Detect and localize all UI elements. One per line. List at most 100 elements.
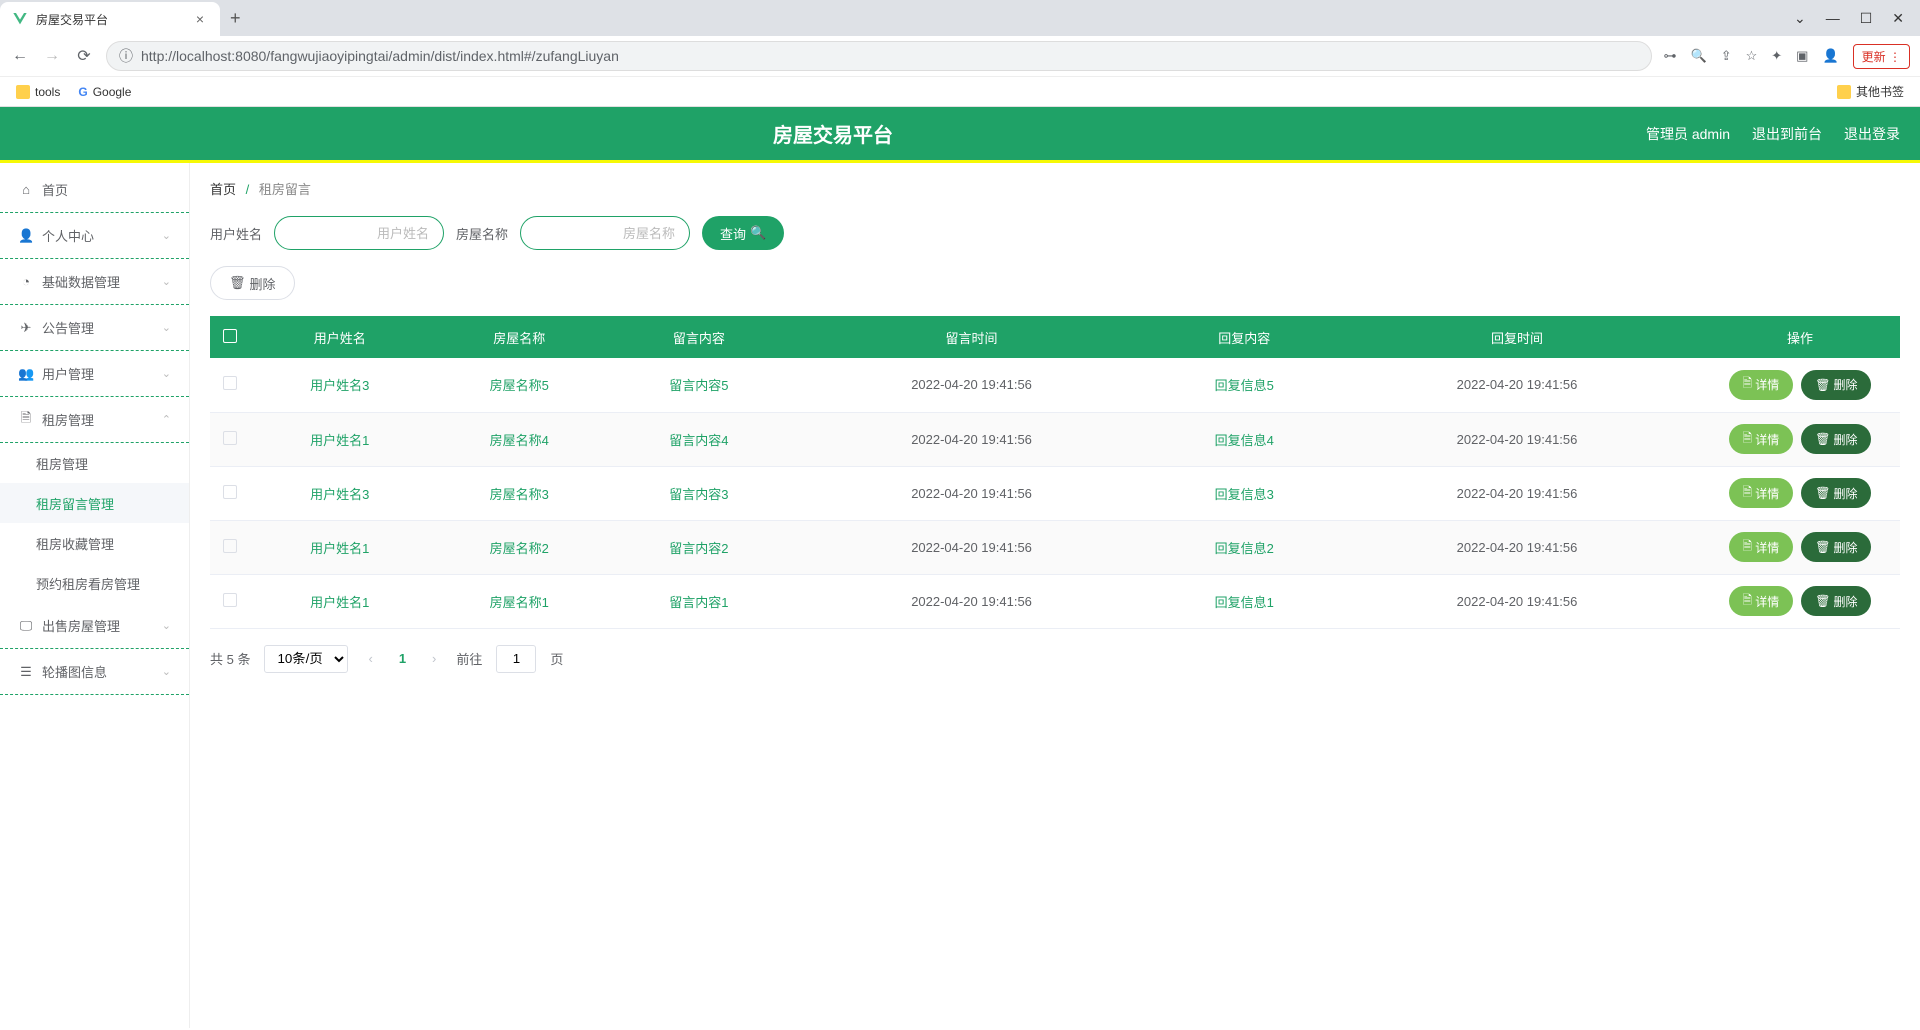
sidebar-sub-rent-collect[interactable]: 租房收藏管理: [0, 523, 189, 563]
header-to-front[interactable]: 退出到前台: [1752, 124, 1822, 144]
chevron-up-icon: ⌃: [162, 413, 171, 426]
cell-house[interactable]: 房屋名称4: [490, 433, 549, 448]
sidebar-sub-rent-manage[interactable]: 租房管理: [0, 443, 189, 483]
window-controls: ⌄ — ☐ ✕: [1778, 10, 1920, 27]
nav-back-icon[interactable]: ←: [10, 47, 30, 65]
google-icon: G: [78, 85, 87, 99]
search-input-user[interactable]: [274, 216, 444, 250]
cell-user[interactable]: 用户姓名1: [310, 541, 369, 556]
header-user[interactable]: 管理员 admin: [1646, 124, 1730, 144]
goto-suffix: 页: [550, 649, 563, 668]
sidebar-item-home[interactable]: ⌂首页: [0, 167, 189, 213]
row-checkbox[interactable]: [223, 593, 237, 607]
window-dropdown-icon[interactable]: ⌄: [1794, 10, 1806, 27]
table-row: 用户姓名1房屋名称1留言内容12022-04-20 19:41:56回复信息12…: [210, 574, 1900, 628]
search-label-user: 用户姓名: [210, 224, 262, 243]
password-key-icon[interactable]: ⊶: [1664, 48, 1677, 64]
row-delete-button[interactable]: 🗑 删除: [1801, 370, 1871, 400]
row-delete-button[interactable]: 🗑 删除: [1801, 424, 1871, 454]
sidebar-item-banner[interactable]: ☰轮播图信息⌄: [0, 649, 189, 695]
page-size-select[interactable]: 10条/页: [264, 645, 348, 673]
sidepanel-icon[interactable]: ▣: [1796, 48, 1808, 64]
row-detail-button[interactable]: 🗎 详情: [1729, 370, 1794, 400]
cell-reply[interactable]: 回复信息4: [1215, 433, 1274, 448]
goto-input[interactable]: [496, 645, 536, 673]
cell-msg-time: 2022-04-20 19:41:56: [789, 574, 1155, 628]
extensions-icon[interactable]: ✦: [1771, 48, 1782, 64]
doc-icon: 🗎: [1743, 537, 1753, 558]
chevron-down-icon: ⌄: [162, 619, 171, 632]
chevron-down-icon: ⌄: [162, 321, 171, 334]
breadcrumb-home[interactable]: 首页: [210, 182, 236, 197]
cell-user[interactable]: 用户姓名3: [310, 487, 369, 502]
page-prev[interactable]: ‹: [362, 651, 378, 666]
browser-update-button[interactable]: 更新 ⋮: [1853, 44, 1910, 69]
cell-msg[interactable]: 留言内容5: [669, 378, 728, 393]
query-button[interactable]: 查询 🔍: [702, 216, 784, 250]
window-minimize-icon[interactable]: —: [1826, 10, 1840, 27]
cell-house[interactable]: 房屋名称3: [490, 487, 549, 502]
cell-reply[interactable]: 回复信息5: [1215, 378, 1274, 393]
home-icon: ⌂: [18, 182, 34, 197]
site-info-icon[interactable]: ⓘ: [119, 46, 133, 66]
sidebar-sub-rent-appoint[interactable]: 预约租房看房管理: [0, 563, 189, 603]
profile-avatar-icon[interactable]: 👤: [1822, 48, 1838, 64]
page-number[interactable]: 1: [393, 651, 412, 666]
chevron-down-icon: ⌄: [162, 665, 171, 678]
sidebar-item-user[interactable]: 👥用户管理⌄: [0, 351, 189, 397]
header-logout[interactable]: 退出登录: [1844, 124, 1900, 144]
nav-forward-icon[interactable]: →: [42, 47, 62, 65]
select-all-checkbox[interactable]: [223, 329, 237, 343]
cell-reply-time: 2022-04-20 19:41:56: [1334, 466, 1700, 520]
cell-house[interactable]: 房屋名称5: [490, 378, 549, 393]
row-delete-button[interactable]: 🗑 删除: [1801, 586, 1871, 616]
sidebar-sub-rent-message[interactable]: 租房留言管理: [0, 483, 189, 523]
batch-delete-button[interactable]: 🗑 删除: [210, 266, 295, 300]
tab-close-icon[interactable]: ×: [192, 11, 208, 27]
clock-icon: ◔: [18, 274, 34, 289]
cell-msg[interactable]: 留言内容3: [669, 487, 728, 502]
row-checkbox[interactable]: [223, 431, 237, 445]
new-tab-button[interactable]: +: [220, 8, 251, 29]
row-detail-button[interactable]: 🗎 详情: [1729, 532, 1794, 562]
cell-msg[interactable]: 留言内容2: [669, 541, 728, 556]
cell-user[interactable]: 用户姓名1: [310, 433, 369, 448]
cell-house[interactable]: 房屋名称1: [490, 595, 549, 610]
sidebar-item-rent[interactable]: 🗎租房管理⌃: [0, 397, 189, 443]
row-detail-button[interactable]: 🗎 详情: [1729, 478, 1794, 508]
cell-msg[interactable]: 留言内容1: [669, 595, 728, 610]
cell-reply[interactable]: 回复信息1: [1215, 595, 1274, 610]
sidebar-item-basedata[interactable]: ◔基础数据管理⌄: [0, 259, 189, 305]
page-next[interactable]: ›: [426, 651, 442, 666]
zoom-icon[interactable]: 🔍: [1691, 48, 1707, 64]
window-close-icon[interactable]: ✕: [1892, 10, 1904, 27]
folder-icon: [16, 85, 30, 99]
search-input-house[interactable]: [520, 216, 690, 250]
chevron-down-icon: ⌄: [162, 229, 171, 242]
cell-user[interactable]: 用户姓名3: [310, 378, 369, 393]
row-checkbox[interactable]: [223, 539, 237, 553]
cell-msg[interactable]: 留言内容4: [669, 433, 728, 448]
sidebar-item-sale[interactable]: 🖵出售房屋管理⌄: [0, 603, 189, 649]
cell-reply[interactable]: 回复信息2: [1215, 541, 1274, 556]
url-input[interactable]: ⓘ http://localhost:8080/fangwujiaoyiping…: [106, 41, 1652, 71]
row-detail-button[interactable]: 🗎 详情: [1729, 424, 1794, 454]
bookmark-other[interactable]: 其他书签: [1837, 83, 1904, 100]
nav-reload-icon[interactable]: ⟳: [74, 46, 94, 66]
cell-reply[interactable]: 回复信息3: [1215, 487, 1274, 502]
row-checkbox[interactable]: [223, 485, 237, 499]
cell-house[interactable]: 房屋名称2: [490, 541, 549, 556]
bookmark-google[interactable]: GGoogle: [78, 85, 131, 99]
share-icon[interactable]: ⇪: [1721, 48, 1732, 64]
bookmark-tools[interactable]: tools: [16, 85, 60, 99]
row-detail-button[interactable]: 🗎 详情: [1729, 586, 1794, 616]
row-delete-button[interactable]: 🗑 删除: [1801, 478, 1871, 508]
window-maximize-icon[interactable]: ☐: [1860, 10, 1873, 27]
row-checkbox[interactable]: [223, 376, 237, 390]
row-delete-button[interactable]: 🗑 删除: [1801, 532, 1871, 562]
sidebar-item-personal[interactable]: 👤个人中心⌄: [0, 213, 189, 259]
bookmark-star-icon[interactable]: ☆: [1746, 48, 1758, 64]
cell-user[interactable]: 用户姓名1: [310, 595, 369, 610]
browser-tab[interactable]: 房屋交易平台 ×: [0, 2, 220, 36]
sidebar-item-notice[interactable]: ✈公告管理⌄: [0, 305, 189, 351]
